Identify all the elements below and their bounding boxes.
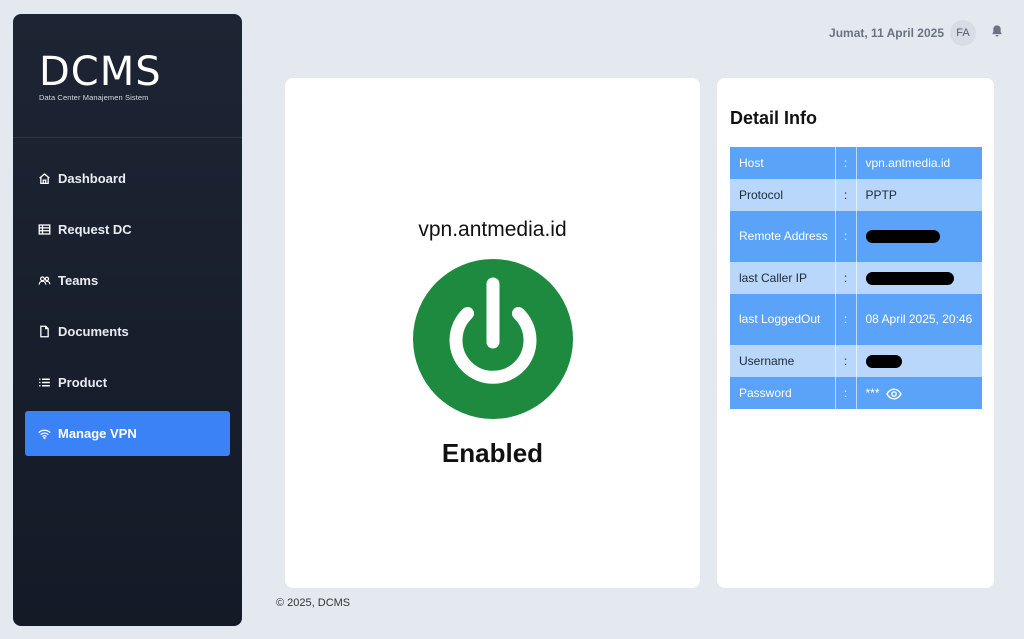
- detail-value: ***: [856, 377, 982, 409]
- detail-key: last LoggedOut: [739, 312, 821, 326]
- sidebar-item-label: Product: [58, 375, 108, 390]
- password-value: ***: [865, 385, 880, 400]
- home-icon: [37, 172, 51, 186]
- list-icon: [37, 376, 51, 390]
- detail-key: Username: [739, 353, 795, 368]
- detail-separator: :: [834, 377, 857, 409]
- sidebar-item-manage-vpn[interactable]: Manage VPN: [25, 411, 230, 456]
- brand-subtitle: Data Center Manajemen Sistem: [39, 93, 149, 102]
- table-row: Protocol : PPTP: [730, 179, 982, 211]
- sidebar-item-label: Manage VPN: [58, 426, 137, 441]
- sidebar-item-documents[interactable]: Documents: [25, 309, 230, 354]
- wifi-icon: [37, 427, 51, 441]
- detail-value: vpn.antmedia.id: [865, 155, 951, 170]
- redacted-value: [865, 271, 954, 285]
- detail-separator: :: [834, 294, 857, 345]
- detail-title: Detail Info: [730, 108, 818, 128]
- detail-value: PPTP: [865, 187, 897, 202]
- table-row: Password : ***: [730, 377, 982, 409]
- detail-separator: :: [834, 147, 857, 179]
- detail-key: last Caller IP: [739, 270, 808, 285]
- brand-title: DCMS: [39, 49, 162, 95]
- sidebar-item-label: Dashboard: [58, 171, 126, 186]
- detail-separator: :: [834, 345, 857, 377]
- detail-value: [856, 262, 982, 294]
- detail-key: Protocol: [739, 187, 784, 202]
- detail-value: 08 April 2025, 20:46: [865, 312, 973, 326]
- users-icon: [37, 274, 51, 288]
- footer-copyright: © 2025, DCMS: [276, 597, 351, 609]
- sidebar-item-teams[interactable]: Teams: [25, 258, 230, 303]
- detail-separator: :: [834, 179, 857, 211]
- sidebar-item-product[interactable]: Product: [25, 360, 230, 405]
- power-toggle-button[interactable]: [412, 258, 574, 420]
- vpn-status-card: vpn.antmedia.id Enabled: [285, 78, 700, 588]
- eye-icon[interactable]: [886, 387, 902, 400]
- table-row: Host : vpn.antmedia.id: [730, 147, 982, 179]
- table-row: last LoggedOut : 08 April 2025, 20:46: [730, 294, 982, 345]
- sidebar-item-label: Documents: [58, 324, 129, 339]
- document-icon: [37, 325, 51, 339]
- detail-key: Remote Address: [739, 229, 828, 243]
- detail-value: [856, 211, 982, 262]
- table-row: Username :: [730, 345, 982, 377]
- brand-logo[interactable]: DCMS Data Center Manajemen Sistem: [13, 14, 242, 138]
- vpn-host-title: vpn.antmedia.id: [418, 218, 567, 241]
- detail-separator: :: [834, 262, 857, 294]
- sidebar-item-request-dc[interactable]: Request DC: [25, 207, 230, 252]
- detail-key: Password: [739, 385, 792, 400]
- sidebar-nav: Dashboard Request DC Teams Documents Pro…: [25, 156, 230, 462]
- sidebar-item-dashboard[interactable]: Dashboard: [25, 156, 230, 201]
- redacted-value: [865, 354, 902, 368]
- detail-key: Host: [739, 155, 764, 170]
- avatar[interactable]: FA: [950, 20, 976, 46]
- current-date: Jumat, 11 April 2025: [829, 26, 944, 40]
- sidebar-item-label: Request DC: [58, 222, 132, 237]
- table-row: last Caller IP :: [730, 262, 982, 294]
- vpn-status-label: Enabled: [441, 438, 544, 468]
- detail-value: [856, 345, 982, 377]
- redacted-value: [865, 230, 940, 244]
- table-icon: [37, 223, 51, 237]
- table-row: Remote Address :: [730, 211, 982, 262]
- detail-separator: :: [834, 211, 857, 262]
- detail-info-card: Detail Info Host : vpn.antmedia.id Proto…: [717, 78, 994, 588]
- power-icon: [413, 259, 573, 419]
- topbar: Jumat, 11 April 2025 FA: [829, 20, 1004, 46]
- sidebar: DCMS Data Center Manajemen Sistem Dashbo…: [13, 14, 242, 626]
- detail-table: Host : vpn.antmedia.id Protocol : PPTP R…: [730, 147, 982, 409]
- bell-icon[interactable]: [990, 24, 1004, 43]
- sidebar-item-label: Teams: [58, 273, 99, 288]
